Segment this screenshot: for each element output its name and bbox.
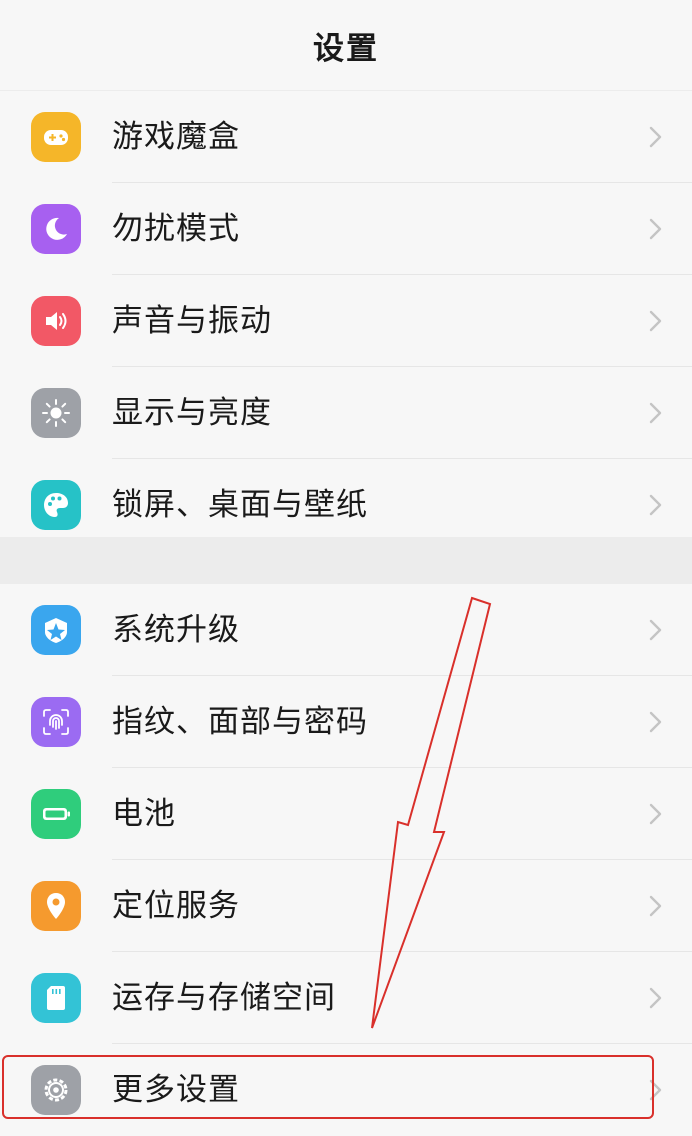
moon-icon [31,204,81,254]
chevron-right-icon [640,891,670,921]
sun-icon [31,388,81,438]
settings-item-display-brightness[interactable]: 显示与亮度 [0,367,692,459]
settings-item-label: 游戏魔盒 [112,119,240,155]
settings-item-label: 显示与亮度 [112,395,272,431]
settings-item-game-box[interactable]: 游戏魔盒 [0,91,692,183]
settings-item-label: 声音与振动 [112,303,272,339]
settings-item-label: 指纹、面部与密码 [112,704,368,740]
settings-header: 设置 [0,0,692,91]
system-update-icon [31,605,81,655]
settings-item-label: 系统升级 [112,612,240,648]
palette-icon [31,480,81,530]
gear-icon [31,1065,81,1115]
speaker-icon [31,296,81,346]
page-title: 设置 [313,30,379,67]
settings-item-label: 更多设置 [112,1072,240,1108]
settings-item-system-update[interactable]: 系统升级 [0,584,692,676]
settings-item-label: 勿扰模式 [112,211,240,247]
settings-item-sound-vibration[interactable]: 声音与振动 [0,275,692,367]
location-pin-icon [31,881,81,931]
settings-item-label: 运存与存储空间 [112,980,336,1016]
battery-icon [31,789,81,839]
settings-item-memory-storage[interactable]: 运存与存储空间 [0,952,692,1044]
sd-card-icon [31,973,81,1023]
settings-item-do-not-disturb[interactable]: 勿扰模式 [0,183,692,275]
settings-item-more-settings[interactable]: 更多设置 [0,1044,692,1136]
settings-item-label: 定位服务 [112,888,240,924]
settings-item-label: 电池 [112,796,176,832]
gamepad-icon [31,112,81,162]
chevron-right-icon [640,615,670,645]
settings-group-system: 系统升级 指纹、面部与密码 电池 定位服务 运存与存储空间 更多设置 [0,584,692,1136]
chevron-right-icon [640,122,670,152]
settings-item-fingerprint-face-password[interactable]: 指纹、面部与密码 [0,676,692,768]
chevron-right-icon [640,490,670,520]
fingerprint-icon [31,697,81,747]
chevron-right-icon [640,799,670,829]
chevron-right-icon [640,306,670,336]
chevron-right-icon [640,983,670,1013]
chevron-right-icon [640,214,670,244]
settings-item-location-service[interactable]: 定位服务 [0,860,692,952]
settings-item-battery[interactable]: 电池 [0,768,692,860]
section-gap [0,537,692,584]
settings-group-personalization: 游戏魔盒 勿扰模式 声音与振动 显示与亮度 锁屏、桌面与壁纸 [0,91,692,551]
chevron-right-icon [640,398,670,428]
chevron-right-icon [640,707,670,737]
